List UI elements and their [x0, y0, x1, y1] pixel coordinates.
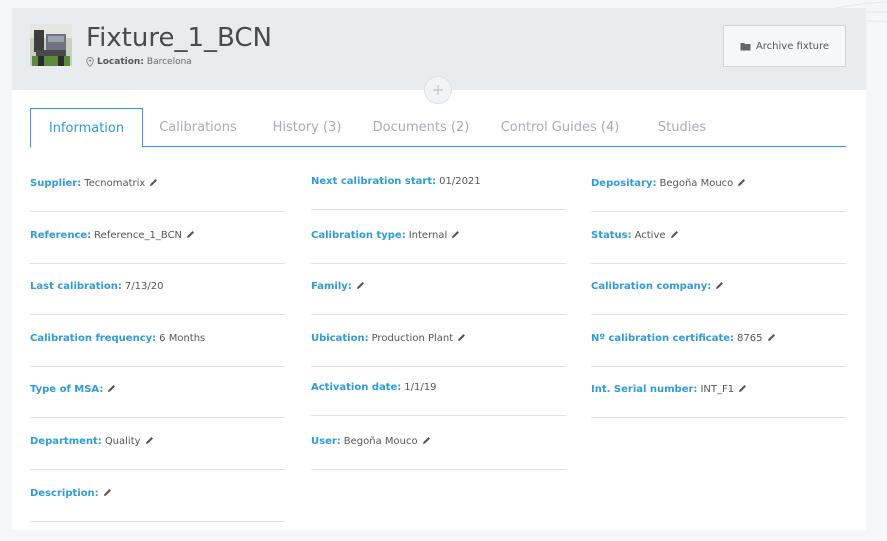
field-reference: Reference: Reference_1_BCN	[30, 230, 285, 264]
field-calibration-type: Calibration type: Internal	[311, 230, 566, 264]
field-calibration-company: Calibration company:	[591, 281, 846, 315]
field-next-calibration-start: Next calibration start: 01/2021	[311, 176, 566, 210]
pencil-icon[interactable]	[422, 436, 431, 445]
tab-underline	[30, 146, 846, 147]
field-label: Calibration type:	[311, 230, 406, 241]
field-calibration-frequency: Calibration frequency: 6 Months	[30, 333, 285, 367]
map-pin-icon	[86, 57, 94, 67]
field-description: Description:	[30, 488, 285, 522]
tab-studies[interactable]: Studies	[642, 108, 722, 147]
field-value: 7/13/20	[124, 281, 164, 292]
fixture-location: Location: Barcelona	[86, 57, 192, 67]
field-int-serial-number: Int. Serial number: INT_F1	[591, 384, 846, 418]
field-label: Ubication:	[311, 333, 369, 344]
pencil-icon[interactable]	[356, 281, 365, 290]
pencil-icon[interactable]	[457, 333, 466, 342]
field-value: Reference_1_BCN	[94, 230, 183, 241]
field-department: Department: Quality	[30, 436, 285, 470]
folder-icon	[740, 42, 751, 50]
pencil-icon[interactable]	[103, 488, 112, 497]
fixture-thumbnail	[30, 24, 72, 66]
pencil-icon[interactable]	[737, 178, 746, 187]
tab-bar: Information Calibrations History (3) Doc…	[30, 108, 846, 148]
field-calibration-certificate: Nº calibration certificate: 8765	[591, 333, 846, 367]
field-label: Next calibration start:	[311, 176, 437, 187]
pencil-icon[interactable]	[186, 230, 195, 239]
plus-icon	[433, 85, 443, 95]
field-label: Description:	[30, 488, 99, 499]
field-label: Last calibration:	[30, 281, 122, 292]
fixture-title: Fixture_1_BCN	[86, 23, 272, 53]
field-value: Begoña Mouco	[343, 436, 418, 447]
field-label: Calibration company:	[591, 281, 712, 292]
field-label: User:	[311, 436, 341, 447]
field-value: Production Plant	[371, 333, 454, 344]
field-ubication: Ubication: Production Plant	[311, 333, 566, 367]
field-label: Activation date:	[311, 382, 402, 393]
pencil-icon[interactable]	[738, 384, 747, 393]
pencil-icon[interactable]	[670, 230, 679, 239]
add-button[interactable]	[424, 76, 452, 104]
pencil-icon[interactable]	[451, 230, 460, 239]
field-label: Type of MSA:	[30, 384, 104, 395]
field-value: Quality	[104, 436, 141, 447]
field-depositary: Depositary: Begoña Mouco	[591, 178, 846, 212]
pencil-icon[interactable]	[107, 384, 116, 393]
field-value: Begoña Mouco	[659, 178, 734, 189]
field-label: Int. Serial number:	[591, 384, 698, 395]
field-label: Family:	[311, 281, 352, 292]
pencil-icon[interactable]	[149, 178, 158, 187]
field-label: Supplier:	[30, 178, 82, 189]
field-activation-date: Activation date: 1/1/19	[311, 382, 566, 416]
field-family: Family:	[311, 281, 566, 315]
pencil-icon[interactable]	[145, 436, 154, 445]
field-label: Depositary:	[591, 178, 657, 189]
field-supplier: Supplier: Tecnomatrix	[30, 178, 285, 212]
field-user: User: Begoña Mouco	[311, 436, 566, 470]
field-value: Active	[634, 230, 666, 241]
field-label: Nº calibration certificate:	[591, 333, 735, 344]
location-label: Location:	[97, 57, 144, 67]
field-last-calibration: Last calibration: 7/13/20	[30, 281, 285, 315]
tab-calibrations[interactable]: Calibrations	[148, 108, 248, 147]
field-type-of-msa: Type of MSA:	[30, 384, 285, 418]
field-value: INT_F1	[700, 384, 735, 395]
field-value: 8765	[737, 333, 763, 344]
field-value: Internal	[408, 230, 448, 241]
pencil-icon[interactable]	[715, 281, 724, 290]
field-label: Calibration frequency:	[30, 333, 157, 344]
field-value: 01/2021	[439, 176, 481, 187]
tab-control-guides[interactable]: Control Guides (4)	[495, 108, 625, 147]
field-value: 6 Months	[159, 333, 206, 344]
tab-documents[interactable]: Documents (2)	[366, 108, 476, 147]
field-status: Status: Active	[591, 230, 846, 264]
tab-history[interactable]: History (3)	[262, 108, 352, 147]
field-label: Reference:	[30, 230, 92, 241]
pencil-icon[interactable]	[767, 333, 776, 342]
archive-fixture-label: Archive fixture	[755, 40, 830, 52]
tab-information[interactable]: Information	[30, 108, 143, 148]
location-value: Barcelona	[146, 57, 192, 67]
field-label: Status:	[591, 230, 632, 241]
field-value: Tecnomatrix	[84, 178, 146, 189]
field-label: Department:	[30, 436, 102, 447]
fixture-image-icon	[30, 24, 72, 66]
field-value: 1/1/19	[404, 382, 437, 393]
archive-fixture-button[interactable]: Archive fixture	[723, 25, 846, 67]
